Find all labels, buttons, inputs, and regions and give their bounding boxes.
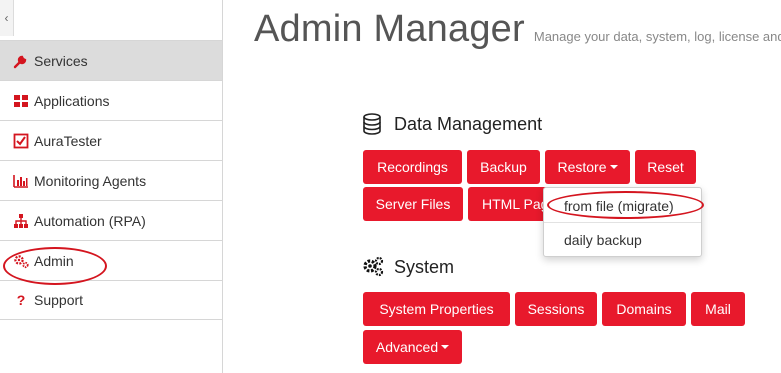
sidebar: ‹ Services Applications AuraTester Monit…	[0, 0, 223, 373]
menu-item-from-file-migrate[interactable]: from file (migrate)	[544, 191, 701, 221]
database-icon	[362, 113, 384, 135]
recordings-button[interactable]: Recordings	[363, 150, 462, 184]
checkbox-icon	[12, 133, 30, 149]
html-pages-button-label: HTML Pag	[482, 196, 548, 212]
backup-button-label: Backup	[480, 159, 527, 175]
data-management-heading: Data Management	[362, 113, 542, 135]
sidebar-item-monitoring-agents[interactable]: Monitoring Agents	[0, 160, 222, 200]
gears-icon	[12, 253, 30, 269]
wrench-icon	[12, 53, 30, 69]
advanced-dropdown-button[interactable]: Advanced	[363, 330, 462, 364]
restore-button-label: Restore	[557, 159, 607, 175]
restore-dropdown-button[interactable]: Restore	[545, 150, 630, 184]
caret-down-icon	[609, 165, 618, 169]
backup-button[interactable]: Backup	[467, 150, 540, 184]
recordings-button-label: Recordings	[377, 159, 448, 175]
data-management-title: Data Management	[394, 113, 543, 134]
advanced-button-label: Advanced	[375, 339, 439, 355]
sidebar-item-label: Applications	[34, 92, 110, 109]
restore-dropdown-menu: from file (migrate) daily backup	[543, 187, 702, 257]
sidebar-item-label: Automation (RPA)	[34, 212, 146, 229]
menu-item-label: daily backup	[564, 232, 642, 248]
page-header: Admin Manager Manage your data, system, …	[254, 8, 781, 51]
sidebar-item-label: Support	[34, 292, 84, 308]
reset-button-label: Reset	[647, 159, 684, 175]
mail-button-label: Mail	[705, 301, 731, 317]
mail-button[interactable]: Mail	[691, 292, 745, 326]
sidebar-item-support[interactable]: ? Support	[0, 280, 222, 320]
sidebar-item-services[interactable]: Services	[0, 40, 222, 80]
sidebar-item-label: Services	[34, 52, 88, 69]
server-files-button-label: Server Files	[375, 196, 451, 212]
system-properties-button-label: System Properties	[379, 301, 494, 317]
sidebar-item-automation-rpa[interactable]: Automation (RPA)	[0, 200, 222, 240]
sidebar-collapse-button[interactable]: ‹	[0, 0, 14, 36]
domains-button-label: Domains	[616, 301, 672, 317]
sidebar-item-applications[interactable]: Applications	[0, 80, 222, 120]
sidebar-item-admin[interactable]: Admin	[0, 240, 222, 280]
menu-divider	[544, 222, 701, 223]
question-icon: ?	[16, 292, 26, 308]
page-subtitle: Manage your data, system, log, license a…	[533, 29, 781, 44]
sidebar-item-label: Admin	[34, 252, 74, 269]
system-title: System	[394, 256, 455, 277]
bar-chart-icon	[12, 173, 30, 189]
sessions-button-label: Sessions	[527, 301, 585, 317]
domains-button[interactable]: Domains	[602, 292, 686, 326]
chevron-left-icon: ‹	[4, 11, 9, 25]
grid-icon	[12, 93, 30, 109]
sessions-button[interactable]: Sessions	[515, 292, 597, 326]
menu-item-daily-backup[interactable]: daily backup	[544, 225, 701, 255]
sidebar-item-label: Monitoring Agents	[34, 172, 147, 189]
sidebar-nav: Services Applications AuraTester Monitor…	[0, 40, 222, 320]
sidebar-item-auratester[interactable]: AuraTester	[0, 120, 222, 160]
system-properties-button[interactable]: System Properties	[363, 292, 510, 326]
system-heading: System	[362, 256, 454, 278]
server-files-button[interactable]: Server Files	[363, 187, 463, 221]
caret-down-icon	[441, 345, 450, 349]
html-pages-button[interactable]: HTML Pag	[468, 187, 548, 221]
reset-button[interactable]: Reset	[635, 150, 696, 184]
gears-icon	[362, 256, 384, 278]
menu-item-label: from file (migrate)	[564, 198, 674, 214]
page-title: Admin Manager	[254, 8, 525, 50]
sitemap-icon	[12, 213, 30, 229]
sidebar-item-label: AuraTester	[34, 132, 102, 149]
